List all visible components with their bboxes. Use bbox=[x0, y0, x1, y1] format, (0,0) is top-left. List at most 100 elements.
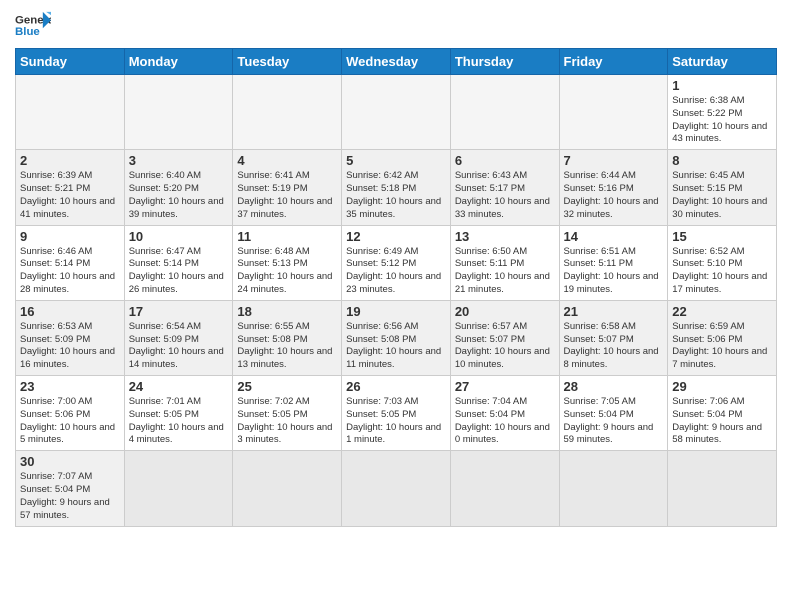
day-info: Sunrise: 7:02 AMSunset: 5:05 PMDaylight:… bbox=[237, 396, 337, 447]
calendar-cell: 18Sunrise: 6:55 AMSunset: 5:08 PMDayligh… bbox=[233, 300, 342, 375]
day-number: 16 bbox=[20, 304, 120, 319]
logo: General Blue bbox=[15, 10, 51, 40]
day-number: 23 bbox=[20, 379, 120, 394]
calendar-cell: 17 Sunrise: 6:54 AMSunset: 5:09 PMDayligh… bbox=[124, 300, 233, 375]
day-info: Sunrise: 7:07 AMSunset: 5:04 PMDaylight:… bbox=[20, 471, 120, 522]
calendar-cell bbox=[16, 75, 125, 150]
day-info: Sunrise: 6:40 AMSunset: 5:20 PMDaylight:… bbox=[129, 170, 229, 221]
calendar-cell: 24 Sunrise: 7:01 AMSunset: 5:05 PMDayligh… bbox=[124, 376, 233, 451]
weekday-header-tuesday: Tuesday bbox=[233, 49, 342, 75]
day-number: 22 bbox=[672, 304, 772, 319]
calendar-cell: 27Sunrise: 7:04 AMSunset: 5:04 PMDayligh… bbox=[450, 376, 559, 451]
calendar-cell: 11Sunrise: 6:48 AMSunset: 5:13 PMDayligh… bbox=[233, 225, 342, 300]
day-number: 28 bbox=[564, 379, 664, 394]
calendar-cell: 7 Sunrise: 6:44 AMSunset: 5:16 PMDaylight… bbox=[559, 150, 668, 225]
header: General Blue bbox=[15, 10, 777, 40]
day-number: 2 bbox=[20, 153, 120, 168]
weekday-header-saturday: Saturday bbox=[668, 49, 777, 75]
day-info: Sunrise: 6:43 AMSunset: 5:17 PMDaylight:… bbox=[455, 170, 555, 221]
day-info: Sunrise: 6:42 AMSunset: 5:18 PMDaylight:… bbox=[346, 170, 446, 221]
day-number: 26 bbox=[346, 379, 446, 394]
day-info: Sunrise: 6:57 AMSunset: 5:07 PMDaylight:… bbox=[455, 321, 555, 372]
day-info: Sunrise: 6:41 AMSunset: 5:19 PMDaylight:… bbox=[237, 170, 337, 221]
weekday-header-monday: Monday bbox=[124, 49, 233, 75]
day-info: Sunrise: 6:54 AMSunset: 5:09 PMDaylight:… bbox=[129, 321, 229, 372]
calendar-week-row: 30 Sunrise: 7:07 AMSunset: 5:04 PMDayligh… bbox=[16, 451, 777, 526]
day-info: Sunrise: 6:46 AMSunset: 5:14 PMDaylight:… bbox=[20, 246, 120, 297]
calendar-cell: 6 Sunrise: 6:43 AMSunset: 5:17 PMDaylight… bbox=[450, 150, 559, 225]
calendar-cell: 30 Sunrise: 7:07 AMSunset: 5:04 PMDayligh… bbox=[16, 451, 125, 526]
day-info: Sunrise: 7:05 AMSunset: 5:04 PMDaylight:… bbox=[564, 396, 664, 447]
calendar-cell: 14Sunrise: 6:51 AMSunset: 5:11 PMDayligh… bbox=[559, 225, 668, 300]
calendar-cell: 9 Sunrise: 6:46 AMSunset: 5:14 PMDaylight… bbox=[16, 225, 125, 300]
day-number: 4 bbox=[237, 153, 337, 168]
weekday-header-wednesday: Wednesday bbox=[342, 49, 451, 75]
day-info: Sunrise: 7:00 AMSunset: 5:06 PMDaylight:… bbox=[20, 396, 120, 447]
day-number: 17 bbox=[129, 304, 229, 319]
day-info: Sunrise: 6:49 AMSunset: 5:12 PMDaylight:… bbox=[346, 246, 446, 297]
calendar-cell: 25 Sunrise: 7:02 AMSunset: 5:05 PMDayligh… bbox=[233, 376, 342, 451]
weekday-header-sunday: Sunday bbox=[16, 49, 125, 75]
day-number: 7 bbox=[564, 153, 664, 168]
calendar-cell bbox=[342, 451, 451, 526]
day-number: 12 bbox=[346, 229, 446, 244]
svg-text:Blue: Blue bbox=[15, 26, 40, 38]
calendar-week-row: 23 Sunrise: 7:00 AMSunset: 5:06 PMDayligh… bbox=[16, 376, 777, 451]
day-info: Sunrise: 6:58 AMSunset: 5:07 PMDaylight:… bbox=[564, 321, 664, 372]
calendar-cell bbox=[124, 75, 233, 150]
weekday-header-thursday: Thursday bbox=[450, 49, 559, 75]
day-info: Sunrise: 6:45 AMSunset: 5:15 PMDaylight:… bbox=[672, 170, 772, 221]
page: General Blue SundayMondayTuesdayWednesda… bbox=[0, 0, 792, 612]
day-number: 24 bbox=[129, 379, 229, 394]
calendar-cell: 8Sunrise: 6:45 AMSunset: 5:15 PMDaylight… bbox=[668, 150, 777, 225]
calendar-week-row: 1 Sunrise: 6:38 AMSunset: 5:22 PMDaylight… bbox=[16, 75, 777, 150]
day-info: Sunrise: 6:44 AMSunset: 5:16 PMDaylight:… bbox=[564, 170, 664, 221]
day-number: 3 bbox=[129, 153, 229, 168]
calendar-cell: 26Sunrise: 7:03 AMSunset: 5:05 PMDayligh… bbox=[342, 376, 451, 451]
weekday-header-friday: Friday bbox=[559, 49, 668, 75]
day-info: Sunrise: 6:38 AMSunset: 5:22 PMDaylight:… bbox=[672, 95, 772, 146]
day-info: Sunrise: 6:53 AMSunset: 5:09 PMDaylight:… bbox=[20, 321, 120, 372]
calendar-cell bbox=[668, 451, 777, 526]
calendar-week-row: 16 Sunrise: 6:53 AMSunset: 5:09 PMDayligh… bbox=[16, 300, 777, 375]
day-number: 29 bbox=[672, 379, 772, 394]
calendar-cell: 19 Sunrise: 6:56 AMSunset: 5:08 PMDayligh… bbox=[342, 300, 451, 375]
day-info: Sunrise: 6:59 AMSunset: 5:06 PMDaylight:… bbox=[672, 321, 772, 372]
day-info: Sunrise: 6:51 AMSunset: 5:11 PMDaylight:… bbox=[564, 246, 664, 297]
calendar-cell bbox=[233, 75, 342, 150]
calendar-cell: 29 Sunrise: 7:06 AMSunset: 5:04 PMDayligh… bbox=[668, 376, 777, 451]
day-info: Sunrise: 6:52 AMSunset: 5:10 PMDaylight:… bbox=[672, 246, 772, 297]
calendar-table: SundayMondayTuesdayWednesdayThursdayFrid… bbox=[15, 48, 777, 527]
day-number: 20 bbox=[455, 304, 555, 319]
day-number: 19 bbox=[346, 304, 446, 319]
calendar-cell: 22 Sunrise: 6:59 AMSunset: 5:06 PMDayligh… bbox=[668, 300, 777, 375]
day-number: 1 bbox=[672, 78, 772, 93]
calendar-cell: 20 Sunrise: 6:57 AMSunset: 5:07 PMDayligh… bbox=[450, 300, 559, 375]
day-number: 5 bbox=[346, 153, 446, 168]
calendar-cell: 23 Sunrise: 7:00 AMSunset: 5:06 PMDayligh… bbox=[16, 376, 125, 451]
calendar-cell bbox=[124, 451, 233, 526]
day-number: 30 bbox=[20, 454, 120, 469]
day-number: 15 bbox=[672, 229, 772, 244]
calendar-cell: 3 Sunrise: 6:40 AMSunset: 5:20 PMDaylight… bbox=[124, 150, 233, 225]
calendar-cell: 15 Sunrise: 6:52 AMSunset: 5:10 PMDayligh… bbox=[668, 225, 777, 300]
calendar-cell: 12 Sunrise: 6:49 AMSunset: 5:12 PMDayligh… bbox=[342, 225, 451, 300]
calendar-cell: 5 Sunrise: 6:42 AMSunset: 5:18 PMDaylight… bbox=[342, 150, 451, 225]
day-info: Sunrise: 7:01 AMSunset: 5:05 PMDaylight:… bbox=[129, 396, 229, 447]
day-number: 13 bbox=[455, 229, 555, 244]
day-info: Sunrise: 6:39 AMSunset: 5:21 PMDaylight:… bbox=[20, 170, 120, 221]
calendar-header: SundayMondayTuesdayWednesdayThursdayFrid… bbox=[16, 49, 777, 75]
calendar-cell: 16 Sunrise: 6:53 AMSunset: 5:09 PMDayligh… bbox=[16, 300, 125, 375]
day-number: 25 bbox=[237, 379, 337, 394]
calendar-cell: 1 Sunrise: 6:38 AMSunset: 5:22 PMDaylight… bbox=[668, 75, 777, 150]
calendar-cell: 2 Sunrise: 6:39 AMSunset: 5:21 PMDaylight… bbox=[16, 150, 125, 225]
day-info: Sunrise: 6:55 AMSunset: 5:08 PMDaylight:… bbox=[237, 321, 337, 372]
calendar-week-row: 2 Sunrise: 6:39 AMSunset: 5:21 PMDaylight… bbox=[16, 150, 777, 225]
calendar-cell: 21Sunrise: 6:58 AMSunset: 5:07 PMDayligh… bbox=[559, 300, 668, 375]
day-info: Sunrise: 6:50 AMSunset: 5:11 PMDaylight:… bbox=[455, 246, 555, 297]
day-number: 9 bbox=[20, 229, 120, 244]
weekday-header-row: SundayMondayTuesdayWednesdayThursdayFrid… bbox=[16, 49, 777, 75]
day-info: Sunrise: 6:56 AMSunset: 5:08 PMDaylight:… bbox=[346, 321, 446, 372]
day-number: 6 bbox=[455, 153, 555, 168]
day-info: Sunrise: 7:06 AMSunset: 5:04 PMDaylight:… bbox=[672, 396, 772, 447]
